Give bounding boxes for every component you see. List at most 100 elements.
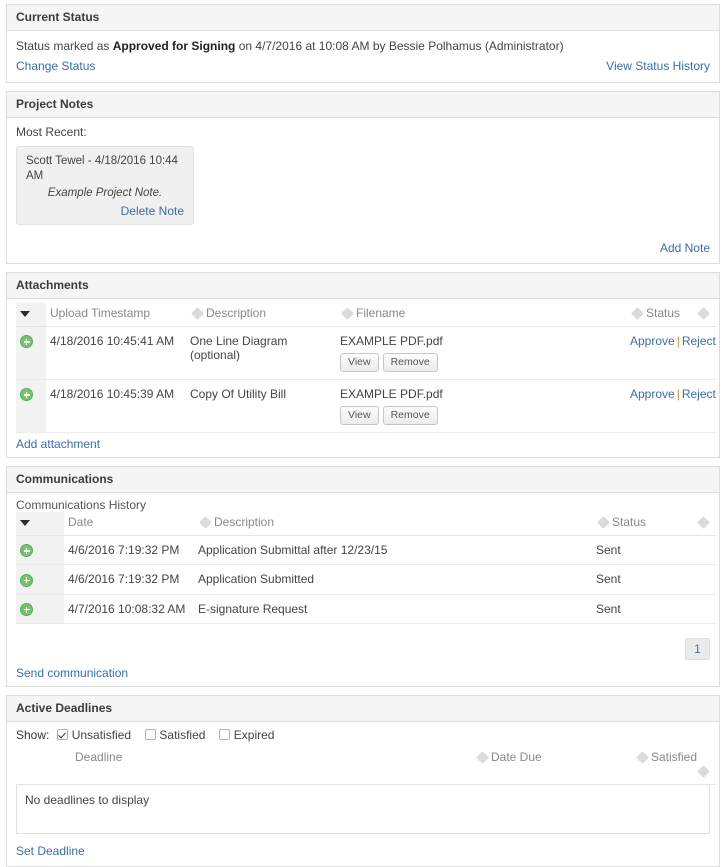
deadlines-empty-message: No deadlines to display [16,784,710,834]
attachments-col-filename[interactable]: Filename [336,303,626,327]
active-deadlines-title: Active Deadlines [7,695,719,722]
pager-page-1[interactable]: 1 [685,637,710,660]
attachments-col-3-label: Status [646,306,681,320]
communication-status: Sent [592,535,716,566]
filter-unsatisfied-label: Unsatisfied [71,727,132,742]
current-status-body: Status marked as Approved for Signing on… [7,31,719,82]
deadlines-col-date-due[interactable]: Date Due [471,746,631,785]
plus-circle-icon[interactable] [20,335,33,349]
plus-circle-icon[interactable] [20,388,33,402]
plus-circle-icon[interactable] [20,602,33,616]
communications-col-description[interactable]: Description [194,512,592,536]
expand-all-toggle[interactable] [16,303,46,327]
checkbox-satisfied[interactable] [145,728,157,740]
sort-handle-icon[interactable] [198,515,214,530]
checkbox-expired[interactable] [219,728,231,740]
attachment-filename: EXAMPLE PDF.pdf [340,387,443,401]
attachment-filename: EXAMPLE PDF.pdf [340,334,443,348]
communications-table: Date Description Status 4/6/2016 7:19:32… [16,512,716,624]
plus-circle-icon[interactable] [20,573,33,587]
reject-link[interactable]: Reject [682,334,716,348]
row-expander[interactable] [16,564,64,595]
sort-handle-icon[interactable] [340,306,356,321]
status-prefix: Status marked as [16,39,113,53]
communications-title: Communications [7,467,719,493]
filter-satisfied-label: Satisfied [159,727,206,742]
add-note-link[interactable]: Add Note [660,241,710,255]
status-message: Status marked as Approved for Signing on… [16,38,710,54]
communications-history-label: Communications History [16,498,147,512]
chevron-down-icon [20,519,30,526]
table-row: 4/18/2016 10:45:41 AM One Line Diagram (… [16,326,716,380]
sort-handle-icon[interactable] [630,306,646,321]
deadlines-footer: Set Deadline [16,844,710,858]
approve-link[interactable]: Approve [630,334,675,348]
expand-all-toggle[interactable] [16,512,64,536]
communications-col-date[interactable]: Date [64,512,194,536]
deadlines-table: Deadline Date Due Satisfied [16,746,716,785]
deadlines-col-1-label: Date Due [491,749,542,764]
communications-header-row: Date Description Status [16,512,716,536]
send-communication-link[interactable]: Send communication [16,666,128,680]
filter-expired[interactable]: Expired [219,728,274,742]
attachment-timestamp: 4/18/2016 10:45:41 AM [46,326,186,380]
communication-description: Application Submitted [194,564,592,595]
attachments-col-description[interactable]: Description [186,303,336,327]
deadlines-col-deadline[interactable]: Deadline [71,746,471,785]
sort-handle-icon[interactable] [696,306,712,321]
view-button[interactable]: View [340,353,379,372]
view-status-history-link[interactable]: View Status History [606,58,710,74]
communication-date: 4/6/2016 7:19:32 PM [64,535,194,566]
sort-handle-icon[interactable] [696,515,712,530]
filter-unsatisfied[interactable]: Unsatisfied [57,728,131,742]
communications-body: Communications History Date Description … [7,493,719,686]
sort-handle-icon[interactable] [696,764,712,779]
status-value: Approved for Signing [112,39,236,53]
plus-circle-icon[interactable] [20,544,33,558]
table-row: 4/7/2016 10:08:32 AM E-signature Request… [16,594,716,624]
set-deadline-link[interactable]: Set Deadline [16,844,85,858]
attachment-filename-cell: EXAMPLE PDF.pdf View Remove [336,379,626,433]
note-author-date: Scott Tewel - 4/18/2016 10:44 AM [26,155,178,182]
table-row: 4/18/2016 10:45:39 AM Copy Of Utility Bi… [16,379,716,433]
deadlines-col-0-label: Deadline [75,749,123,764]
communications-footer: Send communication [16,666,710,680]
sort-handle-icon[interactable] [635,750,651,765]
attachment-status-actions: Approve | Reject [626,379,716,433]
attachments-col-status[interactable]: Status [626,303,716,327]
notes-footer: Add Note [16,241,710,255]
attachment-description: Copy Of Utility Bill [186,379,336,433]
sort-handle-icon[interactable] [475,750,491,765]
attachment-timestamp: 4/18/2016 10:45:39 AM [46,379,186,433]
attachments-header-row: Upload Timestamp Description Filename St… [16,303,716,327]
table-row: 4/6/2016 7:19:32 PM Application Submitta… [16,535,716,566]
status-suffix: on 4/7/2016 at 10:08 AM by Bessie Polham… [235,39,564,53]
communications-col-status[interactable]: Status [592,512,716,536]
page-root: Current Status Status marked as Approved… [0,4,726,867]
attachments-col-2-label: Filename [356,306,406,320]
add-attachment-link[interactable]: Add attachment [16,437,100,451]
sort-handle-icon[interactable] [596,515,612,530]
remove-button[interactable]: Remove [382,406,438,425]
row-expander[interactable] [16,326,46,380]
checkbox-unsatisfied[interactable] [57,728,69,740]
sort-handle-icon[interactable] [190,306,206,321]
deadlines-header-row: Deadline Date Due Satisfied [16,746,716,785]
deadlines-col-satisfied[interactable]: Satisfied [631,746,716,785]
deadline-filters: Show: Unsatisfied Satisfied Expired [16,728,710,742]
row-expander[interactable] [16,535,64,566]
approve-link[interactable]: Approve [630,387,675,401]
view-button[interactable]: View [340,406,379,425]
delete-note-link[interactable]: Delete Note [121,204,184,218]
filter-satisfied[interactable]: Satisfied [145,728,205,742]
attachments-col-upload-timestamp[interactable]: Upload Timestamp [46,303,186,327]
reject-link[interactable]: Reject [682,387,716,401]
change-status-link[interactable]: Change Status [16,58,95,74]
note-body: Example Project Note. [47,187,163,199]
row-expander[interactable] [16,594,64,624]
row-expander[interactable] [16,379,46,433]
project-notes-body: Most Recent: Scott Tewel - 4/18/2016 10:… [7,118,719,263]
most-recent-label: Most Recent: [16,125,87,139]
remove-button[interactable]: Remove [382,353,438,372]
communication-description: Application Submittal after 12/23/15 [194,535,592,566]
